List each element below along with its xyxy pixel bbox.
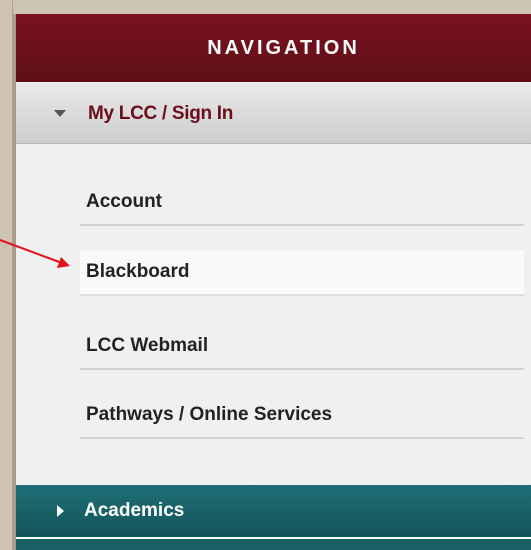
page-frame-left [0,0,13,550]
navigation-panel: NAVIGATION My LCC / Sign In Account Blac… [13,14,531,550]
section-my-lcc-sign-in[interactable]: My LCC / Sign In [16,84,531,144]
caret-right-icon [57,505,64,517]
navigation-header: NAVIGATION [16,14,531,82]
academics-label: Academics [84,500,185,521]
section-academics[interactable]: Academics [16,485,531,537]
caret-down-icon [54,110,66,117]
nav-link-pathways-online-services[interactable]: Pathways / Online Services [80,393,524,439]
next-section-strip [16,537,531,550]
nav-link-account[interactable]: Account [80,180,524,226]
page-frame-top [0,0,531,14]
nav-link-lcc-webmail[interactable]: LCC Webmail [80,324,524,370]
section-label: My LCC / Sign In [88,102,234,124]
nav-link-blackboard[interactable]: Blackboard [80,250,524,296]
